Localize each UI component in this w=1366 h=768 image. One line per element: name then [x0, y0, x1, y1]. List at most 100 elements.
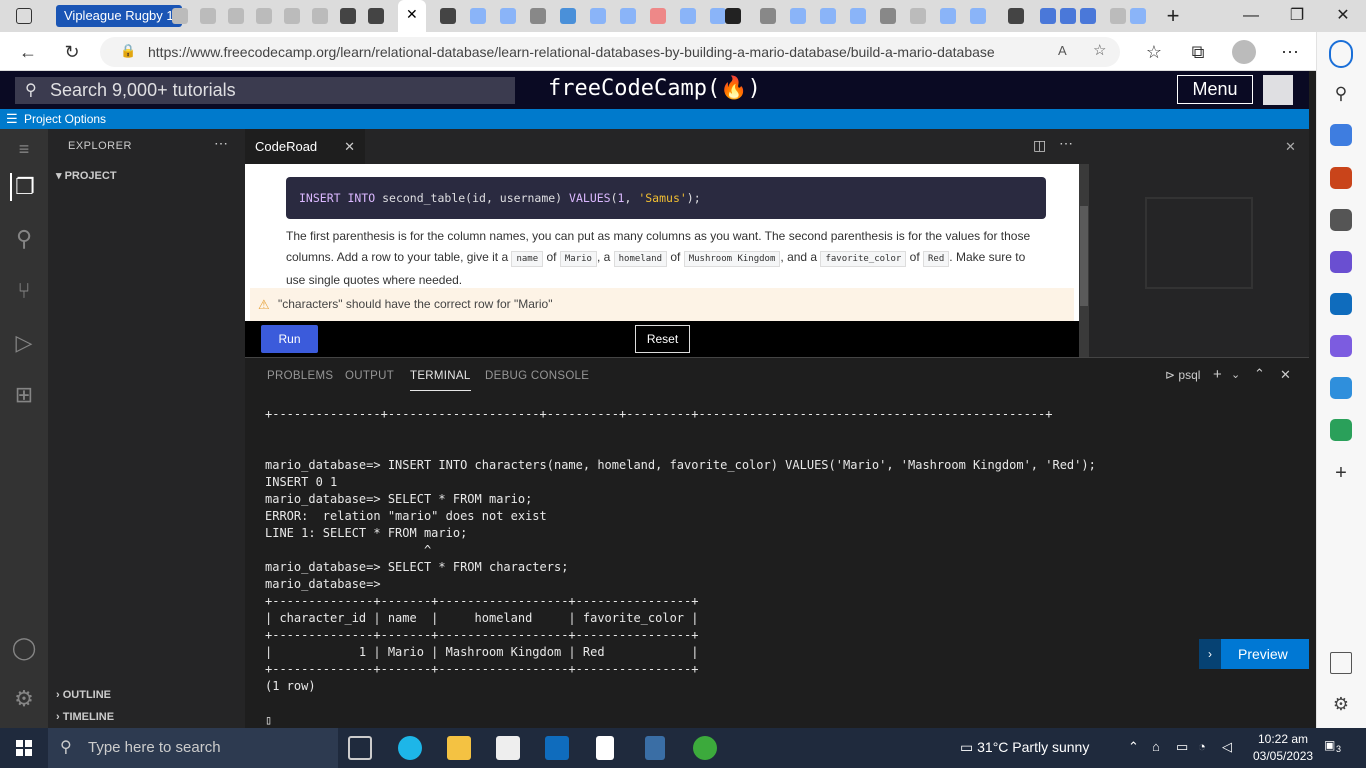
notification-center[interactable]: ▣ 3: [1324, 738, 1344, 758]
xbox-icon[interactable]: [693, 736, 717, 760]
explorer-more-icon[interactable]: ⋯: [214, 135, 228, 152]
tab-vipleague[interactable]: Vipleague Rugby 1: [56, 5, 182, 27]
tab-icon[interactable]: [650, 8, 666, 24]
webview-scrollbar[interactable]: [1079, 164, 1089, 357]
source-control-icon[interactable]: ⑂: [10, 277, 38, 305]
project-section[interactable]: ▾ PROJECT: [56, 169, 117, 182]
bing-icon[interactable]: [1329, 40, 1353, 68]
send-icon[interactable]: [1330, 377, 1352, 399]
task-view-icon[interactable]: [348, 736, 372, 760]
timeline-section[interactable]: › TIMELINE: [56, 711, 114, 723]
tab-icon[interactable]: [1060, 8, 1076, 24]
user-avatar[interactable]: [1263, 75, 1293, 105]
fcc-logo[interactable]: freeCodeCamp(🔥): [548, 76, 761, 101]
close-window-button[interactable]: ✕: [1320, 0, 1366, 32]
show-hidden-icons[interactable]: ⌃: [1128, 739, 1139, 755]
minimize-button[interactable]: —: [1228, 0, 1274, 32]
tab-terminal[interactable]: TERMINAL: [410, 370, 471, 391]
run-button[interactable]: Run: [261, 325, 318, 353]
tab-icon[interactable]: [710, 8, 726, 24]
tab-icon[interactable]: [1080, 8, 1096, 24]
reset-button[interactable]: Reset: [635, 325, 690, 353]
collections-icon[interactable]: ⧉: [1186, 40, 1210, 64]
project-options-bar[interactable]: ☰ Project Options: [0, 109, 1309, 129]
sidebar-toggle-icon[interactable]: [1330, 652, 1352, 674]
tab-icon[interactable]: [1110, 8, 1126, 24]
run-debug-icon[interactable]: ▷: [10, 329, 38, 357]
menu-button[interactable]: Menu: [1177, 75, 1253, 104]
outline-section[interactable]: › OUTLINE: [56, 689, 111, 701]
close-tab-icon[interactable]: ✕: [406, 6, 418, 23]
tab-icon[interactable]: [850, 8, 866, 24]
clock[interactable]: 10:22 am 03/05/2023: [1253, 731, 1313, 765]
tab-icon[interactable]: [620, 8, 636, 24]
tree-icon[interactable]: [1330, 419, 1352, 441]
tab-icon[interactable]: [1040, 8, 1056, 24]
tab-icon[interactable]: [725, 8, 741, 24]
tab-icon[interactable]: [172, 8, 188, 24]
tab-icon[interactable]: [910, 8, 926, 24]
menu-icon[interactable]: ≡: [10, 135, 38, 163]
search-icon[interactable]: ⚲: [1330, 84, 1352, 106]
explorer-icon[interactable]: ❐: [10, 173, 38, 201]
tab-icon[interactable]: [200, 8, 216, 24]
url-box[interactable]: 🔒 https://www.freecodecamp.org/learn/rel…: [100, 37, 1120, 67]
close-tab-icon[interactable]: ✕: [344, 129, 355, 164]
manage-icon[interactable]: ⚙: [10, 685, 38, 713]
tab-icon[interactable]: [880, 8, 896, 24]
store-icon[interactable]: [496, 736, 520, 760]
extensions-icon[interactable]: ⊞: [10, 381, 38, 409]
tab-coderoad[interactable]: CodeRoad ✕: [245, 129, 365, 164]
lock-icon[interactable]: 🔒: [120, 43, 136, 59]
maximize-button[interactable]: ❐: [1274, 0, 1320, 32]
scrollbar-thumb[interactable]: [1080, 206, 1088, 306]
document-icon[interactable]: [596, 736, 614, 760]
add-favorite-icon[interactable]: ☆: [1093, 41, 1106, 59]
close-editor-icon[interactable]: ✕: [1285, 139, 1296, 155]
tools-icon[interactable]: [1330, 167, 1352, 189]
tab-icon[interactable]: [228, 8, 244, 24]
maximize-panel-icon[interactable]: ⌃: [1254, 366, 1265, 382]
tab-problems[interactable]: PROBLEMS: [267, 370, 333, 382]
tab-output[interactable]: OUTPUT: [345, 370, 394, 382]
settings-icon[interactable]: ⚙: [1330, 694, 1352, 716]
more-options-icon[interactable]: ⋯: [1278, 40, 1302, 64]
network-icon[interactable]: ⌂: [1152, 739, 1160, 754]
outlook-icon[interactable]: [1330, 293, 1352, 315]
tab-icon[interactable]: [470, 8, 486, 24]
current-tab[interactable]: ✕: [398, 0, 426, 32]
search-icon[interactable]: ⚲: [10, 225, 38, 253]
tab-icon[interactable]: [940, 8, 956, 24]
preview-button[interactable]: › Preview: [1199, 639, 1309, 669]
new-terminal-icon[interactable]: +: [1213, 366, 1222, 383]
taskbar-search[interactable]: ⚲ Type here to search: [48, 728, 338, 768]
url-text[interactable]: https://www.freecodecamp.org/learn/relat…: [148, 44, 995, 60]
terminal-selector[interactable]: ⊳ psql: [1165, 368, 1200, 382]
designer-icon[interactable]: [1330, 335, 1352, 357]
tab-icon[interactable]: [500, 8, 516, 24]
tab-icon[interactable]: [340, 8, 356, 24]
fcc-search-input[interactable]: ⚲ Search 9,000+ tutorials: [15, 77, 515, 104]
shopping-icon[interactable]: [1330, 124, 1352, 146]
tab-icon[interactable]: [680, 8, 696, 24]
tab-icon[interactable]: [970, 8, 986, 24]
tab-icon[interactable]: [590, 8, 606, 24]
new-tab-button[interactable]: +: [1150, 0, 1196, 32]
refresh-button[interactable]: ↻: [60, 40, 84, 64]
split-editor-icon[interactable]: ◫: [1033, 137, 1046, 154]
weather-widget[interactable]: ▭ 31°C Partly sunny: [960, 739, 1089, 756]
tab-icon[interactable]: [1130, 8, 1146, 24]
tab-icon[interactable]: [560, 8, 576, 24]
terminal-output[interactable]: +---------------+---------------------+-…: [265, 406, 1265, 729]
accounts-icon[interactable]: ◯: [10, 634, 38, 662]
file-explorer-icon[interactable]: [447, 736, 471, 760]
games-icon[interactable]: [1330, 209, 1352, 231]
tab-icon[interactable]: [368, 8, 384, 24]
office-icon[interactable]: [1330, 251, 1352, 273]
profile-avatar[interactable]: [1232, 40, 1256, 64]
edge-icon[interactable]: [398, 736, 422, 760]
volume-icon[interactable]: ◁: [1222, 739, 1232, 755]
tab-actions-icon[interactable]: [16, 8, 32, 24]
battery-icon[interactable]: ▭: [1176, 739, 1188, 755]
chevron-down-icon[interactable]: ⌄: [1231, 368, 1240, 381]
